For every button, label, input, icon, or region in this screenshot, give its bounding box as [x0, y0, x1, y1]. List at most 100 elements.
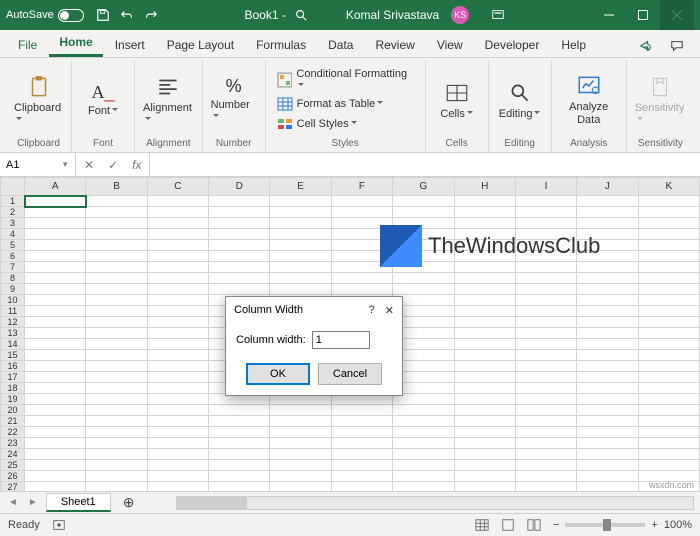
cell[interactable] — [454, 471, 515, 482]
cell[interactable] — [147, 262, 208, 273]
cell[interactable] — [515, 372, 576, 383]
cell[interactable] — [331, 416, 392, 427]
cell[interactable] — [86, 207, 147, 218]
cell[interactable] — [515, 251, 576, 262]
cell[interactable] — [147, 350, 208, 361]
cell[interactable] — [86, 482, 147, 492]
cell[interactable] — [515, 405, 576, 416]
select-all-corner[interactable] — [1, 178, 25, 196]
cell[interactable] — [638, 394, 699, 405]
cell[interactable] — [638, 207, 699, 218]
row-header[interactable]: 22 — [1, 427, 25, 438]
cell[interactable] — [454, 482, 515, 492]
share-button[interactable] — [630, 35, 660, 57]
cell[interactable] — [515, 229, 576, 240]
cell[interactable] — [638, 240, 699, 251]
cell[interactable] — [454, 405, 515, 416]
cell[interactable] — [147, 427, 208, 438]
cell[interactable] — [454, 383, 515, 394]
cell[interactable] — [638, 317, 699, 328]
row-header[interactable]: 20 — [1, 405, 25, 416]
cell[interactable] — [147, 306, 208, 317]
undo-icon[interactable] — [120, 8, 134, 22]
save-icon[interactable] — [96, 8, 110, 22]
cell[interactable] — [270, 405, 331, 416]
cell[interactable] — [270, 482, 331, 492]
search-icon[interactable] — [294, 8, 308, 22]
cell[interactable] — [86, 471, 147, 482]
cell[interactable] — [25, 240, 86, 251]
tab-file[interactable]: File — [8, 32, 47, 57]
row-header[interactable]: 19 — [1, 394, 25, 405]
row-header[interactable]: 26 — [1, 471, 25, 482]
cell[interactable] — [25, 328, 86, 339]
conditional-formatting-button[interactable]: Conditional Formatting — [274, 67, 417, 93]
enter-formula-icon[interactable]: ✓ — [108, 158, 118, 172]
cell[interactable] — [209, 196, 270, 207]
cell[interactable] — [25, 383, 86, 394]
cell[interactable] — [577, 460, 638, 471]
col-header[interactable]: K — [638, 178, 699, 196]
cell[interactable] — [454, 306, 515, 317]
cell[interactable] — [25, 273, 86, 284]
cell[interactable] — [209, 207, 270, 218]
cell[interactable] — [515, 262, 576, 273]
cell[interactable] — [270, 460, 331, 471]
cell[interactable] — [25, 251, 86, 262]
avatar[interactable]: KS — [451, 6, 469, 24]
cell[interactable] — [270, 218, 331, 229]
cell[interactable] — [638, 251, 699, 262]
comments-button[interactable] — [662, 35, 692, 57]
analyze-data-button[interactable]: Analyze Data — [560, 73, 618, 125]
col-header[interactable]: J — [577, 178, 638, 196]
row-header[interactable]: 13 — [1, 328, 25, 339]
tab-formulas[interactable]: Formulas — [246, 32, 316, 57]
cell[interactable] — [515, 350, 576, 361]
cell[interactable] — [209, 427, 270, 438]
cell[interactable] — [577, 449, 638, 460]
zoom-slider[interactable] — [565, 523, 645, 527]
cell[interactable] — [577, 339, 638, 350]
cell[interactable] — [393, 262, 454, 273]
cell[interactable] — [25, 207, 86, 218]
cell[interactable] — [393, 471, 454, 482]
cell[interactable] — [86, 438, 147, 449]
tab-developer[interactable]: Developer — [475, 32, 550, 57]
alignment-button[interactable]: Alignment — [143, 74, 194, 126]
cell[interactable] — [515, 240, 576, 251]
cell[interactable] — [147, 328, 208, 339]
close-button[interactable] — [660, 0, 694, 30]
cell[interactable] — [515, 328, 576, 339]
maximize-button[interactable] — [626, 0, 660, 30]
cell[interactable] — [331, 207, 392, 218]
tab-insert[interactable]: Insert — [105, 32, 155, 57]
formula-bar[interactable] — [149, 153, 700, 176]
row-header[interactable]: 16 — [1, 361, 25, 372]
cell[interactable] — [515, 482, 576, 492]
row-header[interactable]: 14 — [1, 339, 25, 350]
cell[interactable] — [638, 295, 699, 306]
cell[interactable] — [393, 251, 454, 262]
cell[interactable] — [270, 449, 331, 460]
cell[interactable] — [393, 196, 454, 207]
cell[interactable] — [454, 394, 515, 405]
cell[interactable] — [86, 273, 147, 284]
cell[interactable] — [25, 471, 86, 482]
number-button[interactable]: % Number — [211, 76, 257, 123]
cell[interactable] — [454, 273, 515, 284]
cell[interactable] — [454, 251, 515, 262]
cell[interactable] — [638, 306, 699, 317]
cell[interactable] — [86, 317, 147, 328]
cell[interactable] — [638, 339, 699, 350]
cell[interactable] — [638, 273, 699, 284]
cell[interactable] — [86, 416, 147, 427]
cell[interactable] — [270, 196, 331, 207]
cell[interactable] — [454, 339, 515, 350]
column-width-input[interactable] — [312, 331, 370, 349]
cell[interactable] — [331, 482, 392, 492]
cell[interactable] — [86, 350, 147, 361]
cell[interactable] — [86, 306, 147, 317]
cell[interactable] — [209, 284, 270, 295]
cell[interactable] — [147, 416, 208, 427]
autosave-toggle[interactable]: AutoSave — [6, 9, 84, 22]
